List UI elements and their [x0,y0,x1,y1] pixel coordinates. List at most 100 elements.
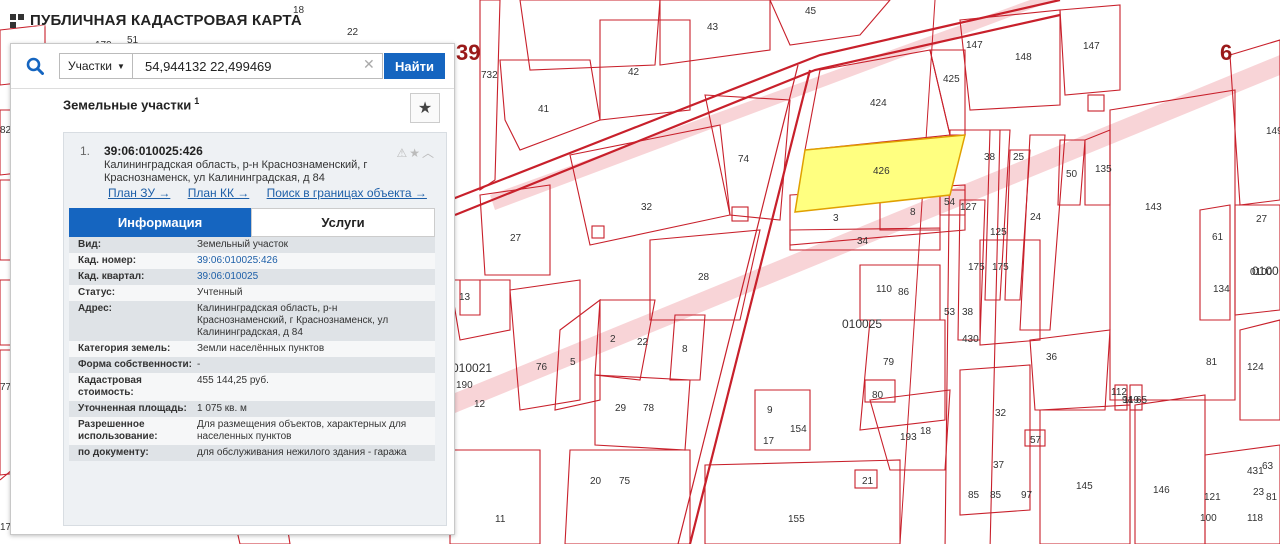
parcel-number-label: 61 [1212,232,1224,243]
info-label: Кадастровая стоимость: [78,375,142,398]
plan-zu-link[interactable]: План ЗУ → [108,186,170,200]
parcel-number-label: 79 [883,357,895,368]
info-table: Вид: Земельный участок Кад. номер: 39:06:01… [69,237,435,461]
info-row: Разрешенное использование: Для размещения… [69,417,435,445]
info-value: Калининградская область, р-н Краснознаме… [197,303,389,338]
info-row: Кад. квартал: 39:06:010025 [69,269,435,285]
app-title: ПУБЛИЧНАЯ КАДАСТРОВАЯ КАРТА [10,12,302,29]
info-label: по документу: [78,447,149,458]
parcel-number-label: 50 [1066,169,1078,180]
result-card: 1. 39:06:010025:426 ⚠★︿ Калининградская … [63,132,447,526]
parcel-number-label: 2 [610,334,616,345]
info-row: Кад. номер: 39:06:010025:426 [69,253,435,269]
parcel-number-label: 149 [1266,126,1280,137]
parcel-number-label: 29 [615,403,627,414]
parcel-number-label: 0100 [1250,267,1273,278]
parcel-number-label: 54 [944,197,956,208]
parcel-number-label: 18 [920,426,932,437]
info-row: Кадастровая стоимость: 455 144,25 руб. [69,373,435,401]
search-type-select[interactable]: Участки ▼ [59,53,133,79]
search-input[interactable]: 54,944132 22,499469 [133,53,383,79]
plan-kk-link[interactable]: План КК → [188,186,250,200]
parcel-number-label: 28 [698,272,710,283]
parcel-number-label: 76 [536,362,548,373]
search-query: 54,944132 22,499469 [145,58,272,74]
favorite-button[interactable]: ★ [410,93,440,123]
info-panel: Участки ▼ 54,944132 22,499469 ✕ Найти Зе… [10,43,455,535]
result-address: Калининградская область, р-н Краснознаме… [104,159,368,184]
parcel-number-label: 74 [738,154,750,165]
parcel-number-label: 193 [900,432,917,443]
parcel-number-label: 22 [347,27,359,38]
parcel-number-label: 124 [1247,362,1264,373]
parcel-number-label: 430 [962,334,979,345]
parcel-number-label: 85 [990,490,1002,501]
district-label: 6 [1220,40,1232,65]
info-label: Адрес: [78,303,112,314]
star-icon[interactable]: ★ [409,146,422,160]
parcel-number-label: 42 [628,67,640,78]
info-value: 1 075 кв. м [197,403,247,414]
parcel-number-label: 94 [1122,395,1134,406]
parcel-number-label: 12 [474,399,486,410]
search-in-bounds-link[interactable]: Поиск в границах объекта → [267,186,427,200]
info-row: Статус: Учтенный [69,285,435,301]
parcel-number-label: 65 [1136,395,1148,406]
parcel-number-label: 43 [707,22,719,33]
parcel-number-label: 145 [1076,481,1093,492]
find-button[interactable]: Найти [384,53,445,79]
parcel-number-label: 135 [1095,164,1112,175]
parcel-number-label: 53 [944,307,956,318]
parcel-number-label: 97 [1021,490,1033,501]
parcel-number-label: 146 [1153,485,1170,496]
search-button[interactable] [15,52,55,80]
result-links: План ЗУ → План КК → Поиск в границах объ… [108,186,441,200]
parcel-number-label: 85 [968,490,980,501]
clear-icon[interactable]: ✕ [363,56,375,73]
parcel-number-label: 27 [1256,214,1268,225]
parcel-number-label: 154 [790,424,807,435]
info-label: Категория земель: [78,343,171,354]
parcel-number-label: 80 [872,390,884,401]
info-label: Статус: [78,287,116,298]
info-row: Категория земель: Земли населённых пункто… [69,341,435,357]
parcel-number-label: 13 [459,292,471,303]
parcel-number-label: 34 [857,236,869,247]
search-icon [26,57,44,75]
chevron-up-icon[interactable]: ︿ [422,146,436,160]
parcel-number-label: 147 [966,40,983,51]
parcel-number-label: 41 [538,104,550,115]
info-label: Разрешенное использование: [78,419,158,442]
parcel-number-label: 75 [619,476,631,487]
info-value[interactable]: 39:06:010025 [197,271,429,283]
parcel-number-label: 86 [898,287,910,298]
quarter-label: 010025 [842,317,882,331]
result-cad-number[interactable]: 39:06:010025:426 [104,144,203,158]
parcel-number-label: 38 [962,307,974,318]
tab-information[interactable]: Информация [69,208,251,237]
info-value[interactable]: 39:06:010025:426 [197,255,429,267]
warning-icon[interactable]: ⚠ [396,146,409,160]
selected-parcel-label: 426 [873,166,890,177]
info-row: по документу: для обслуживания нежилого з… [69,445,435,461]
parcel-number-label: 81 [1206,357,1218,368]
info-value: - [197,359,201,370]
section-count: 1 [194,96,200,106]
tab-services[interactable]: Услуги [251,208,435,237]
app-logo-icon [10,13,24,28]
parcel-number-label: 9 [767,405,773,416]
info-label: Вид: [78,239,102,250]
search-bar: Участки ▼ 54,944132 22,499469 ✕ Найти [11,44,454,89]
info-row: Уточненная площадь: 1 075 кв. м [69,401,435,417]
info-value: 455 144,25 руб. [197,375,269,386]
parcel-number-label: 175 [992,262,1009,273]
parcel-number-label: 81 [1266,492,1278,503]
parcel-number-label: 143 [1145,202,1162,213]
app-title-text: ПУБЛИЧНАЯ КАДАСТРОВАЯ КАРТА [30,12,302,29]
parcel-number-label: 78 [643,403,655,414]
search-type-label: Участки [68,59,112,73]
parcel-number-label: 27 [510,233,522,244]
parcel-number-label: 125 [990,227,1007,238]
parcel-number-label: 118 [1247,513,1263,524]
info-row: Вид: Земельный участок [69,237,435,253]
